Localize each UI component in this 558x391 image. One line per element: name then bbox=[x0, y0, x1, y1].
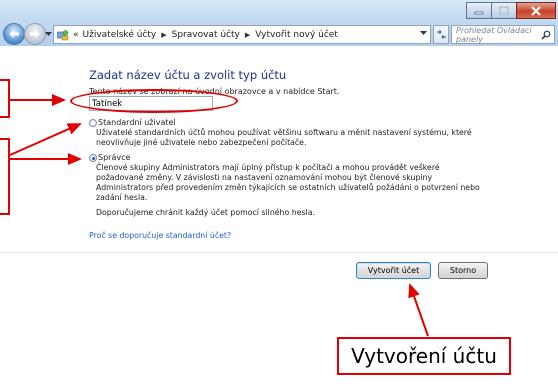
address-bar[interactable]: « Uživatelské účty ▶ Spravovat účty ▶ Vy… bbox=[53, 25, 431, 44]
page-title: Zadat název účtu a zvolit typ účtu bbox=[89, 68, 287, 82]
minimize-icon bbox=[474, 11, 484, 14]
standard-user-description: Uživatelé standardních účtů mohou použív… bbox=[96, 128, 472, 147]
control-panel-icon bbox=[57, 29, 69, 40]
refresh-button[interactable] bbox=[433, 25, 449, 44]
breadcrumb-manage-accounts[interactable]: Spravovat účty bbox=[172, 30, 240, 40]
password-recommendation: Doporučujeme chránit každý účet pomocí s… bbox=[96, 208, 315, 217]
why-standard-account-link[interactable]: Proč se doporučuje standardní účet? bbox=[89, 231, 231, 240]
standard-user-label[interactable]: Standardní uživatel bbox=[98, 118, 176, 127]
close-button[interactable] bbox=[516, 2, 556, 19]
annotation-callout: Vytvoření účtu bbox=[337, 337, 511, 375]
breadcrumb-create-account[interactable]: Vytvořit nový účet bbox=[255, 30, 338, 40]
breadcrumb-user-accounts[interactable]: Uživatelské účty bbox=[83, 30, 157, 40]
maximize-icon bbox=[499, 6, 509, 15]
back-arrow-icon bbox=[9, 30, 19, 38]
window: « Uživatelské účty ▶ Spravovat účty ▶ Vy… bbox=[0, 0, 558, 391]
refresh-icon bbox=[436, 30, 446, 39]
maximize-button[interactable] bbox=[491, 2, 517, 19]
annotation-ellipse bbox=[70, 89, 238, 113]
breadcrumb: « Uživatelské účty ▶ Spravovat účty ▶ Vy… bbox=[73, 30, 338, 40]
search-placeholder: Prohledat Ovládací panely bbox=[456, 25, 532, 44]
caption-buttons bbox=[466, 2, 556, 19]
breadcrumb-separator-icon[interactable]: ▶ bbox=[161, 31, 166, 39]
forward-arrow-icon bbox=[30, 30, 40, 38]
back-button[interactable] bbox=[3, 23, 25, 45]
administrator-description: Členové skupiny Administrators mají úpln… bbox=[96, 163, 480, 202]
administrator-label[interactable]: Správce bbox=[98, 153, 130, 162]
minimize-button[interactable] bbox=[466, 2, 492, 19]
annotation-box-type bbox=[0, 138, 10, 215]
cancel-button[interactable]: Storno bbox=[438, 262, 488, 279]
breadcrumb-prefix[interactable]: « bbox=[73, 30, 79, 40]
create-account-button[interactable]: Vytvořit účet bbox=[356, 262, 431, 279]
search-box[interactable]: Prohledat Ovládací panely bbox=[451, 25, 555, 44]
recent-pages-chevron-icon[interactable] bbox=[45, 32, 52, 37]
title-bar: « Uživatelské účty ▶ Spravovat účty ▶ Vy… bbox=[0, 0, 558, 46]
close-icon bbox=[531, 5, 541, 16]
forward-button[interactable] bbox=[24, 23, 46, 45]
administrator-radio[interactable] bbox=[89, 154, 97, 162]
annotation-box-name bbox=[0, 79, 10, 118]
divider bbox=[0, 252, 558, 253]
standard-user-radio[interactable] bbox=[89, 119, 97, 127]
breadcrumb-separator-icon[interactable]: ▶ bbox=[245, 31, 250, 39]
address-dropdown-icon[interactable] bbox=[420, 31, 427, 36]
search-icon[interactable] bbox=[541, 30, 551, 40]
